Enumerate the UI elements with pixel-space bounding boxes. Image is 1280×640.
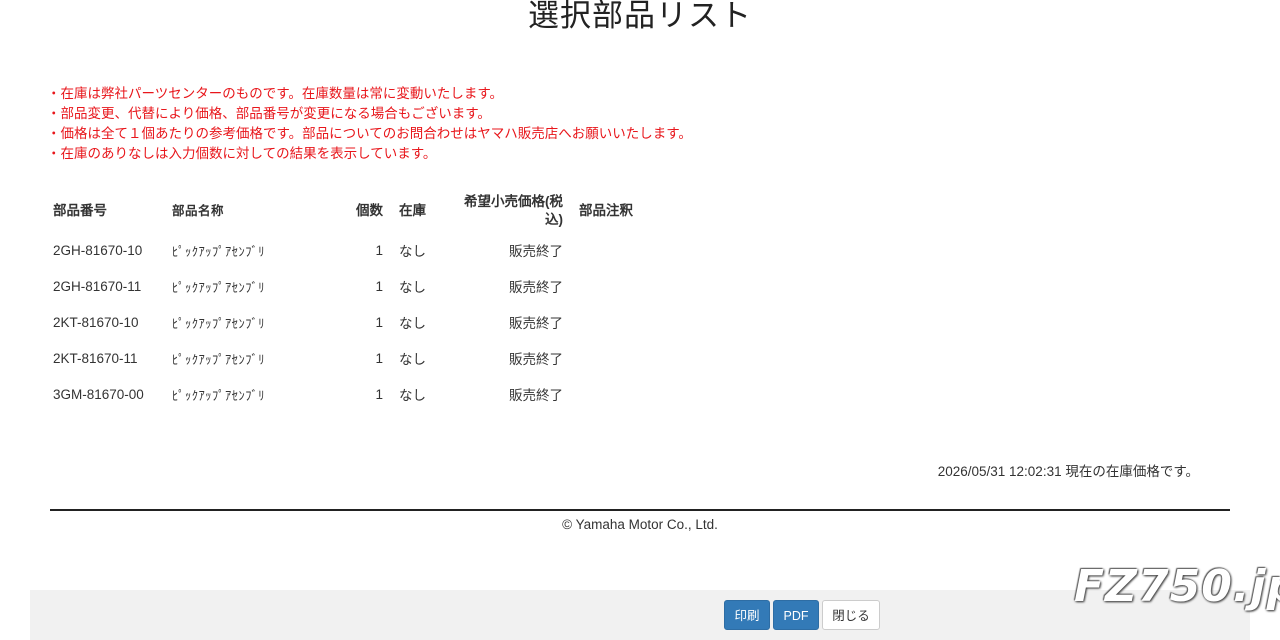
close-button[interactable]: 閉じる bbox=[822, 600, 880, 630]
table-row: 3GM-81670-00 ﾋﾟｯｸｱｯﾌﾟｱｾﾝﾌﾞﾘ 1 なし 販売終了 bbox=[45, 376, 667, 412]
quantity-cell: 1 bbox=[375, 242, 383, 258]
price-cell: 販売終了 bbox=[509, 352, 563, 367]
part-number-cell: 2GH-81670-11 bbox=[53, 278, 142, 294]
quantity-cell: 1 bbox=[375, 386, 383, 402]
quantity-cell: 1 bbox=[375, 314, 383, 330]
header-price: 希望小売価格(税込) bbox=[464, 194, 563, 227]
table-row: 2GH-81670-10 ﾋﾟｯｸｱｯﾌﾟｱｾﾝﾌﾞﾘ 1 なし 販売終了 bbox=[45, 232, 667, 268]
copyright-text: © Yamaha Motor Co., Ltd. bbox=[562, 517, 718, 532]
header-stock: 在庫 bbox=[399, 203, 426, 218]
table-row: 2KT-81670-10 ﾋﾟｯｸｱｯﾌﾟｱｾﾝﾌﾞﾘ 1 なし 販売終了 bbox=[45, 304, 667, 340]
header-part-name: 部品名称 bbox=[172, 204, 225, 218]
note-cell bbox=[571, 232, 667, 268]
print-button[interactable]: 印刷 bbox=[724, 600, 770, 630]
price-cell: 販売終了 bbox=[509, 316, 563, 331]
part-name-cell: ﾋﾟｯｸｱｯﾌﾟｱｾﾝﾌﾞﾘ bbox=[172, 280, 266, 295]
notice-list: 在庫は弊社パーツセンターのものです。在庫数量は常に変動いたします。 部品変更、代… bbox=[47, 84, 692, 164]
header-part-number: 部品番号 bbox=[53, 203, 107, 218]
pdf-button[interactable]: PDF bbox=[773, 600, 819, 630]
price-cell: 販売終了 bbox=[509, 388, 563, 403]
part-name-cell: ﾋﾟｯｸｱｯﾌﾟｱｾﾝﾌﾞﾘ bbox=[172, 352, 266, 367]
stock-cell: なし bbox=[399, 244, 426, 259]
stock-cell: なし bbox=[399, 352, 426, 367]
stock-cell: なし bbox=[399, 280, 426, 295]
part-name-cell: ﾋﾟｯｸｱｯﾌﾟｱｾﾝﾌﾞﾘ bbox=[172, 244, 266, 259]
footer-divider bbox=[50, 509, 1230, 511]
part-name-cell: ﾋﾟｯｸｱｯﾌﾟｱｾﾝﾌﾞﾘ bbox=[172, 388, 266, 403]
stock-cell: なし bbox=[399, 388, 426, 403]
site-watermark: FZ750.jp bbox=[1074, 561, 1280, 612]
notice-item: 価格は全て１個あたりの参考価格です。部品についてのお問合わせはヤマハ販売店へお願… bbox=[47, 124, 692, 144]
page-title: 選択部品リスト bbox=[528, 0, 752, 33]
notice-item: 在庫は弊社パーツセンターのものです。在庫数量は常に変動いたします。 bbox=[47, 84, 692, 104]
quantity-cell: 1 bbox=[375, 350, 383, 366]
note-cell bbox=[571, 268, 667, 304]
part-name-cell: ﾋﾟｯｸｱｯﾌﾟｱｾﾝﾌﾞﾘ bbox=[172, 316, 266, 331]
note-cell bbox=[571, 340, 667, 376]
parts-table: 部品番号 部品名称 個数 在庫 希望小売価格(税込) 部品注釈 2GH-8167… bbox=[45, 190, 667, 412]
action-bar: 印刷 PDF 閉じる bbox=[30, 590, 1250, 640]
table-row: 2GH-81670-11 ﾋﾟｯｸｱｯﾌﾟｱｾﾝﾌﾞﾘ 1 なし 販売終了 bbox=[45, 268, 667, 304]
note-cell bbox=[571, 304, 667, 340]
price-cell: 販売終了 bbox=[509, 280, 563, 295]
stock-cell: なし bbox=[399, 316, 426, 331]
header-quantity: 個数 bbox=[356, 203, 383, 218]
note-cell bbox=[571, 376, 667, 412]
price-cell: 販売終了 bbox=[509, 244, 563, 259]
part-number-cell: 3GM-81670-00 bbox=[53, 386, 144, 402]
quantity-cell: 1 bbox=[375, 278, 383, 294]
part-number-cell: 2KT-81670-11 bbox=[53, 350, 138, 366]
table-row: 2KT-81670-11 ﾋﾟｯｸｱｯﾌﾟｱｾﾝﾌﾞﾘ 1 なし 販売終了 bbox=[45, 340, 667, 376]
header-note: 部品注釈 bbox=[579, 203, 633, 218]
stock-timestamp: 2026/05/31 12:02:31 現在の在庫価格です。 bbox=[937, 464, 1199, 479]
part-number-cell: 2GH-81670-10 bbox=[53, 242, 143, 258]
part-number-cell: 2KT-81670-10 bbox=[53, 314, 139, 330]
notice-item: 部品変更、代替により価格、部品番号が変更になる場合もございます。 bbox=[47, 104, 692, 124]
notice-item: 在庫のありなしは入力個数に対しての結果を表示しています。 bbox=[47, 144, 692, 164]
table-header-row: 部品番号 部品名称 個数 在庫 希望小売価格(税込) 部品注釈 bbox=[45, 190, 667, 232]
